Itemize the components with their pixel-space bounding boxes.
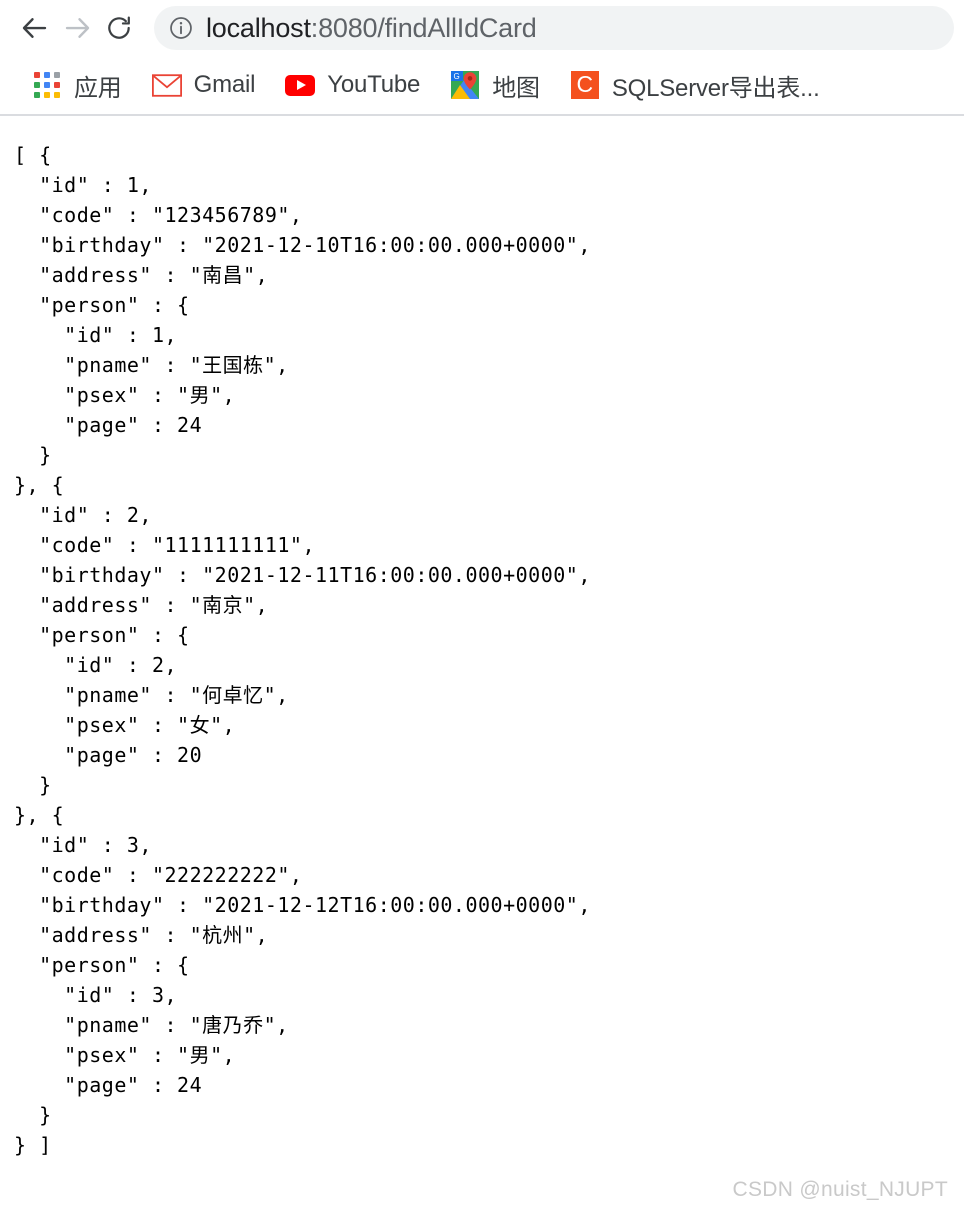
url-host: localhost bbox=[206, 12, 311, 43]
bookmark-apps[interactable]: 应用 bbox=[22, 64, 132, 106]
bookmark-label: YouTube bbox=[327, 71, 421, 98]
reload-icon bbox=[105, 14, 133, 42]
csdn-watermark: CSDN @nuist_NJUPT bbox=[732, 1178, 948, 1201]
csdn-c-icon: C bbox=[570, 70, 600, 100]
bookmark-label: SQLServer导出表... bbox=[611, 74, 820, 102]
browser-chrome: localhost:8080/findAllIdCard 应用 Gmail Yo… bbox=[0, 0, 964, 116]
page-content: [ { "id" : 1, "code" : "123456789", "bir… bbox=[0, 116, 964, 1214]
forward-button[interactable] bbox=[56, 7, 98, 49]
json-response-body: [ { "id" : 1, "code" : "123456789", "bir… bbox=[14, 143, 591, 1157]
back-button[interactable] bbox=[14, 7, 56, 49]
url-text: localhost:8080/findAllIdCard bbox=[206, 13, 537, 44]
browser-toolbar: localhost:8080/findAllIdCard bbox=[0, 0, 964, 56]
apps-grid-icon bbox=[32, 70, 62, 100]
url-path: :8080/findAllIdCard bbox=[310, 12, 537, 43]
google-maps-icon: G bbox=[450, 70, 480, 100]
bookmark-label: 地图 bbox=[492, 74, 540, 102]
bookmark-youtube[interactable]: YouTube bbox=[275, 64, 430, 106]
youtube-icon bbox=[285, 70, 316, 100]
svg-text:G: G bbox=[454, 72, 460, 81]
reload-button[interactable] bbox=[98, 7, 140, 49]
address-bar[interactable]: localhost:8080/findAllIdCard bbox=[154, 6, 954, 50]
back-arrow-icon bbox=[20, 13, 50, 43]
forward-arrow-icon bbox=[62, 13, 92, 43]
bookmarks-bar: 应用 Gmail YouTube G 地图 C SQLServer导出表... bbox=[0, 56, 964, 116]
bookmark-gmail[interactable]: Gmail bbox=[142, 64, 266, 106]
gmail-icon bbox=[151, 70, 182, 100]
site-info-icon[interactable] bbox=[168, 15, 194, 41]
bookmark-sqlserver-export[interactable]: C SQLServer导出表... bbox=[560, 64, 830, 106]
bookmark-label: 应用 bbox=[74, 74, 122, 102]
bookmark-maps[interactable]: G 地图 bbox=[440, 64, 550, 106]
bookmark-label: Gmail bbox=[193, 71, 256, 98]
